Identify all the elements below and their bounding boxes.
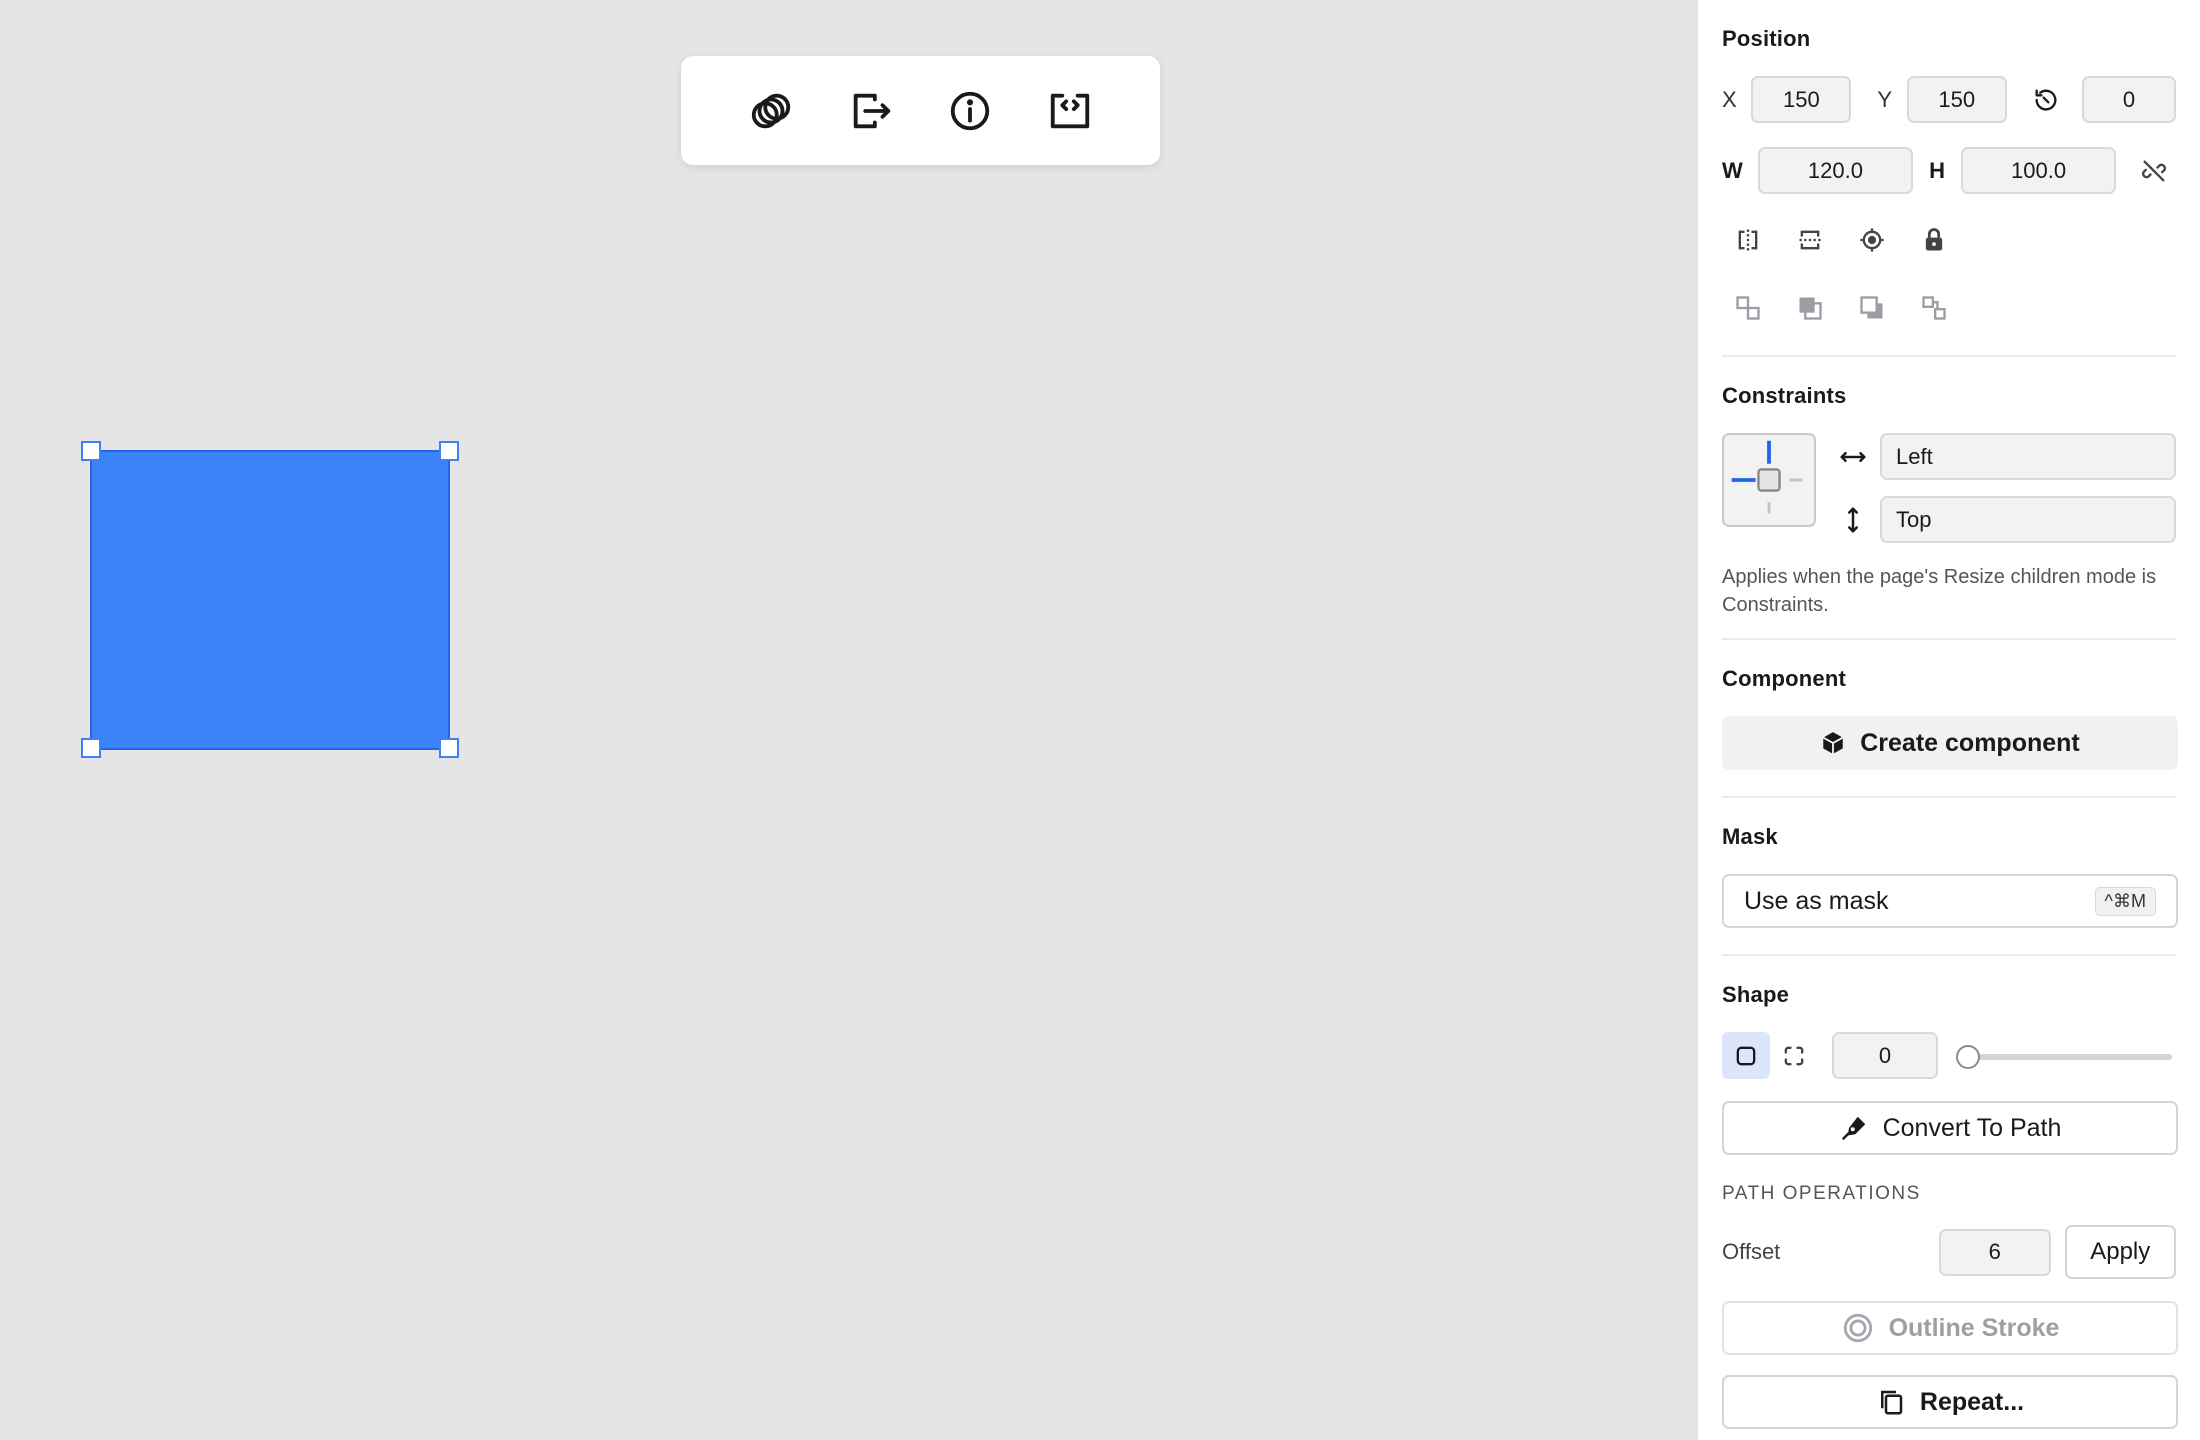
link-broken-icon [2142, 160, 2167, 181]
apply-offset-button[interactable]: Apply [2064, 1225, 2176, 1279]
resize-handle-bottom-right[interactable] [439, 738, 459, 758]
resize-handle-bottom-left[interactable] [81, 738, 101, 758]
overlapping-circles-icon [751, 93, 791, 128]
target-button[interactable] [1850, 218, 1894, 262]
y-label: Y [1877, 86, 1893, 112]
code-icon [1050, 93, 1090, 128]
flip-vertical-icon [1799, 230, 1821, 250]
send-to-back-button[interactable] [1912, 286, 1956, 330]
offset-label: Offset [1722, 1239, 1781, 1264]
flip-vertical-button[interactable] [1788, 218, 1832, 262]
convert-to-path-label: Convert To Path [1882, 1113, 2062, 1142]
constraints-title: Constraints [1722, 383, 1847, 408]
create-component-label: Create component [1860, 728, 2080, 757]
boolean-ops-button[interactable] [739, 79, 803, 143]
position-title: Position [1722, 26, 1811, 51]
info-circle-icon [951, 91, 990, 130]
target-icon [1860, 228, 1884, 252]
lock-button[interactable] [1912, 218, 1956, 262]
constraints-section: Constraints Left Top Applies when the pa… [1722, 357, 2176, 640]
mask-section: Mask Use as mask ^⌘M [1722, 798, 2178, 956]
slider-thumb[interactable] [1956, 1044, 1980, 1069]
component-title: Component [1722, 666, 1847, 691]
y-input[interactable]: 150 [1906, 76, 2007, 123]
flip-horizontal-button[interactable] [1726, 218, 1770, 262]
use-as-mask-button[interactable]: Use as mask ^⌘M [1722, 874, 2178, 928]
width-input[interactable]: 120.0 [1757, 147, 1914, 194]
canvas[interactable] [0, 0, 1696, 1440]
copy-icon [1880, 1390, 1903, 1415]
component-section: Component Create component [1722, 640, 2178, 798]
rotation-icon [2035, 89, 2057, 111]
use-as-mask-label: Use as mask [1744, 886, 1889, 915]
bring-forward-button[interactable] [1726, 286, 1770, 330]
height-input[interactable]: 100.0 [1960, 147, 2117, 194]
floating-toolbar [681, 56, 1160, 165]
export-button[interactable] [839, 79, 903, 143]
rotation-icon-button[interactable] [2025, 78, 2068, 122]
shape-title: Shape [1722, 982, 1790, 1007]
send-backward-icon [1860, 296, 1883, 319]
lock-icon [1925, 228, 1943, 251]
rotation-input[interactable]: 0 [2081, 76, 2177, 123]
h-label: H [1929, 157, 1945, 183]
code-button[interactable] [1038, 79, 1102, 143]
mask-shortcut: ^⌘M [2094, 886, 2156, 916]
export-arrow-icon [853, 93, 890, 128]
pen-tool-icon [1841, 1116, 1865, 1141]
vertical-arrows-icon [1848, 507, 1858, 532]
repeat-button[interactable]: Repeat... [1722, 1375, 2178, 1429]
flip-horizontal-icon [1738, 229, 1758, 251]
constraint-widget-icon [1731, 440, 1803, 514]
outline-circle-icon [1843, 1313, 1872, 1343]
corner-uniform-button[interactable] [1722, 1032, 1770, 1079]
w-label: W [1722, 157, 1743, 183]
rounded-square-icon [1736, 1046, 1756, 1065]
info-button[interactable] [938, 79, 1002, 143]
horizontal-constraint-select[interactable]: Left [1880, 433, 2176, 480]
horizontal-arrows-icon [1840, 451, 1866, 462]
send-backward-button[interactable] [1850, 286, 1894, 330]
mask-title: Mask [1722, 824, 1778, 849]
bring-to-front-icon [1799, 297, 1822, 320]
outline-stroke-button[interactable]: Outline Stroke [1722, 1301, 2178, 1355]
bring-forward-icon [1736, 296, 1760, 320]
constraints-helper-text: Applies when the page's Resize children … [1722, 566, 2157, 616]
offset-input[interactable]: 6 [1939, 1228, 2051, 1276]
corner-radius-slider[interactable] [1956, 1044, 2172, 1069]
convert-to-path-button[interactable]: Convert To Path [1722, 1101, 2178, 1155]
cube-icon [1823, 732, 1844, 754]
unlink-ratio-button[interactable] [2132, 149, 2176, 193]
constraint-diagram[interactable] [1722, 433, 1816, 527]
resize-handle-top-right[interactable] [439, 441, 459, 461]
path-operations-title: PATH OPERATIONS [1722, 1183, 1921, 1204]
bring-to-front-button[interactable] [1788, 286, 1832, 330]
corner-independent-button[interactable] [1772, 1034, 1816, 1078]
selected-rectangle[interactable] [90, 450, 450, 750]
send-to-back-icon [1922, 296, 1946, 320]
independent-corners-icon [1784, 1046, 1804, 1065]
x-input[interactable]: 150 [1751, 76, 1852, 123]
vertical-constraint-select[interactable]: Top [1880, 496, 2176, 543]
corner-radius-input[interactable]: 0 [1832, 1032, 1938, 1079]
properties-panel: Position X 150 Y 150 0 W 120.0 H 100.0 C… [1696, 0, 2200, 1440]
outline-stroke-label: Outline Stroke [1888, 1313, 2060, 1342]
create-component-button[interactable]: Create component [1722, 716, 2178, 770]
x-label: X [1722, 86, 1737, 112]
shape-section: Shape 0 Convert To Path PATH OPERATIONS … [1722, 956, 2178, 1440]
resize-handle-top-left[interactable] [81, 441, 101, 461]
repeat-label: Repeat... [1919, 1387, 2025, 1416]
slider-track [1956, 1053, 2172, 1060]
position-section: Position X 150 Y 150 0 W 120.0 H 100.0 [1722, 0, 2177, 357]
